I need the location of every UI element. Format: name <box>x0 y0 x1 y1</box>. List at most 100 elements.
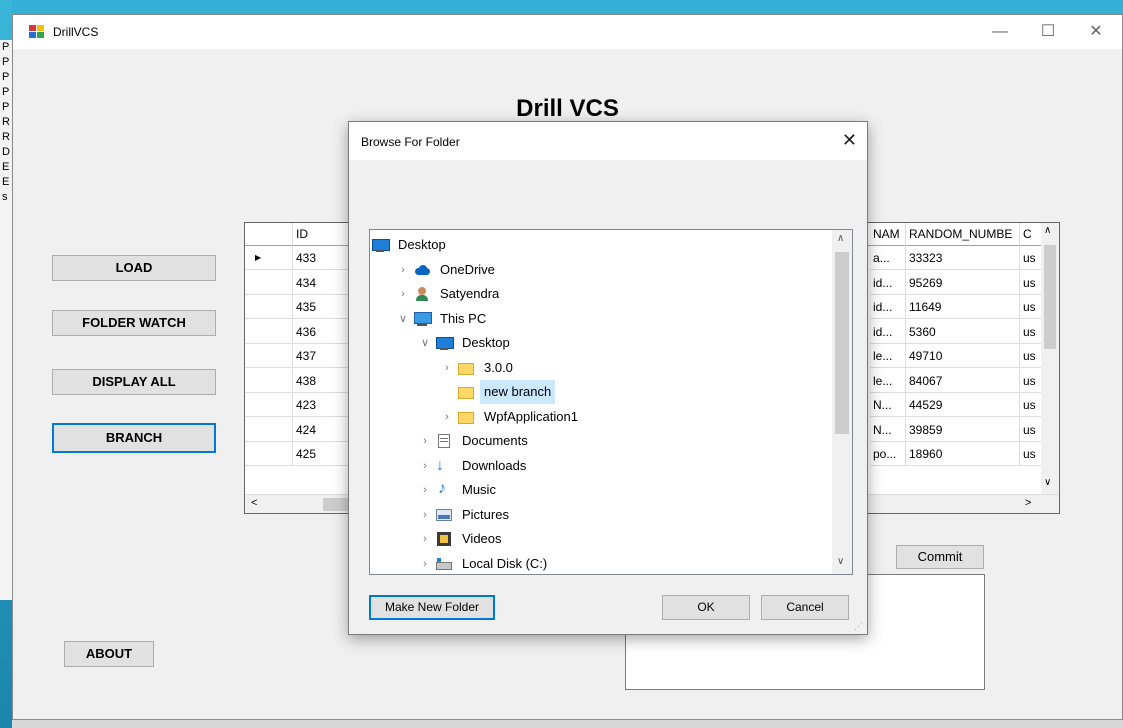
column-header-c[interactable]: C <box>1020 223 1042 246</box>
row-header[interactable] <box>245 270 293 295</box>
cell-c[interactable]: us <box>1020 442 1042 466</box>
about-button[interactable]: ABOUT <box>64 641 154 667</box>
cell-name[interactable]: id... <box>870 319 906 344</box>
column-header-random-number[interactable]: RANDOM_NUMBE <box>906 223 1020 246</box>
grid-vertical-scrollbar[interactable]: ∧ ∨ <box>1041 223 1059 494</box>
cell-c[interactable]: us <box>1020 246 1042 270</box>
tree-scroll-up-icon[interactable]: ∧ <box>837 233 844 244</box>
branch-button[interactable]: BRANCH <box>52 423 216 453</box>
cell-c[interactable]: us <box>1020 417 1042 442</box>
tree-node-label: Desktop <box>398 237 446 252</box>
tree-scroll-thumb[interactable] <box>835 252 849 434</box>
cell-c[interactable]: us <box>1020 270 1042 295</box>
cell-name[interactable]: N... <box>870 393 906 417</box>
pictures-icon <box>436 508 452 522</box>
close-icon[interactable]: ✕ <box>1081 21 1111 43</box>
scroll-right-icon[interactable]: > <box>1025 497 1031 509</box>
row-header[interactable] <box>245 393 293 417</box>
tree-node-label: OneDrive <box>440 261 495 277</box>
cell-name[interactable]: a... <box>870 246 906 270</box>
resize-grip-icon[interactable]: ⋰ <box>854 621 863 632</box>
scroll-down-icon[interactable]: ∨ <box>1044 477 1051 488</box>
cell-name[interactable]: id... <box>870 270 906 295</box>
commit-button[interactable]: Commit <box>896 545 984 569</box>
cell-random-number[interactable]: 33323 <box>906 246 1020 270</box>
cell-name[interactable]: le... <box>870 344 906 368</box>
background-window-letter: P <box>2 101 10 113</box>
chevron-right-icon[interactable]: › <box>396 282 410 306</box>
cell-random-number[interactable]: 84067 <box>906 368 1020 393</box>
cell-random-number[interactable]: 49710 <box>906 344 1020 368</box>
minimize-icon[interactable]: — <box>985 21 1015 43</box>
taskbar-edge <box>12 720 1123 728</box>
background-window-letter: P <box>2 41 10 53</box>
row-header[interactable] <box>245 344 293 368</box>
background-window-letter: R <box>2 116 10 128</box>
row-header[interactable]: ▶ <box>245 246 293 270</box>
folder-icon <box>458 361 474 375</box>
dialog-close-icon[interactable]: ✕ <box>842 130 857 151</box>
background-window-letter: R <box>2 131 10 143</box>
window-title: DrillVCS <box>53 25 99 39</box>
chevron-right-icon[interactable]: › <box>418 552 432 575</box>
scroll-left-icon[interactable]: < <box>251 497 257 509</box>
chevron-down-icon[interactable]: ∨ <box>418 331 432 355</box>
column-header-name[interactable]: NAM <box>870 223 906 246</box>
row-header[interactable] <box>245 319 293 344</box>
user-icon <box>414 287 430 301</box>
chevron-right-icon[interactable]: › <box>418 429 432 453</box>
tree-scroll-down-icon[interactable]: ∨ <box>837 556 844 567</box>
row-header[interactable] <box>245 442 293 466</box>
download-icon: ↓ <box>436 456 444 474</box>
maximize-icon[interactable]: ☐ <box>1033 21 1063 43</box>
chevron-right-icon[interactable]: › <box>440 405 454 429</box>
cell-name[interactable]: N... <box>870 417 906 442</box>
chevron-right-icon[interactable]: › <box>396 258 410 282</box>
cell-c[interactable]: us <box>1020 319 1042 344</box>
dialog-title: Browse For Folder <box>361 135 460 149</box>
cell-random-number[interactable]: 95269 <box>906 270 1020 295</box>
ok-button[interactable]: OK <box>662 595 750 620</box>
tree-node-label: Local Disk (C:) <box>462 555 548 571</box>
tree-node-label: Videos <box>462 531 502 546</box>
cell-name[interactable]: le... <box>870 368 906 393</box>
tree-node-label: WpfApplication1 <box>484 408 578 424</box>
cell-c[interactable]: us <box>1020 393 1042 417</box>
chevron-right-icon[interactable]: › <box>418 527 432 551</box>
cell-name[interactable]: id... <box>870 295 906 319</box>
tree-node-label: Documents <box>462 433 528 448</box>
row-header[interactable] <box>245 368 293 393</box>
chevron-down-icon[interactable]: ∨ <box>396 307 410 331</box>
scroll-up-icon[interactable]: ∧ <box>1044 225 1051 236</box>
row-header[interactable] <box>245 295 293 319</box>
cell-random-number[interactable]: 44529 <box>906 393 1020 417</box>
chevron-right-icon[interactable]: › <box>440 356 454 380</box>
cell-c[interactable]: us <box>1020 344 1042 368</box>
folder-tree[interactable]: Desktop › OneDrive › Satyendra ∨ This PC ∨ Deskt… <box>369 229 853 575</box>
chevron-right-icon[interactable]: › <box>418 454 432 478</box>
grid-scroll-thumb[interactable] <box>1044 245 1056 349</box>
cell-random-number[interactable]: 18960 <box>906 442 1020 466</box>
chevron-right-icon[interactable]: › <box>418 478 432 502</box>
background-window-letter: D <box>2 146 10 158</box>
display-all-button[interactable]: DISPLAY ALL <box>52 369 216 395</box>
cell-random-number[interactable]: 39859 <box>906 417 1020 442</box>
folder-watch-button[interactable]: FOLDER WATCH <box>52 310 216 336</box>
make-new-folder-button[interactable]: Make New Folder <box>369 595 495 620</box>
chevron-right-icon[interactable]: › <box>418 503 432 527</box>
cell-c[interactable]: us <box>1020 368 1042 393</box>
tree-vertical-scrollbar[interactable]: ∧ ∨ <box>832 230 852 574</box>
cell-random-number[interactable]: 11649 <box>906 295 1020 319</box>
folder-icon <box>458 385 474 399</box>
cell-c[interactable]: us <box>1020 295 1042 319</box>
music-icon: ♪ <box>438 480 446 497</box>
cell-name[interactable]: po... <box>870 442 906 466</box>
tree-node-label: Music <box>462 482 496 497</box>
load-button[interactable]: LOAD <box>52 255 216 281</box>
tree-node-label: Satyendra <box>440 286 500 301</box>
cell-random-number[interactable]: 5360 <box>906 319 1020 344</box>
background-window-letter: E <box>2 176 10 188</box>
row-header[interactable] <box>245 417 293 442</box>
cancel-button[interactable]: Cancel <box>761 595 849 620</box>
tree-node-label: Pictures <box>462 506 509 522</box>
